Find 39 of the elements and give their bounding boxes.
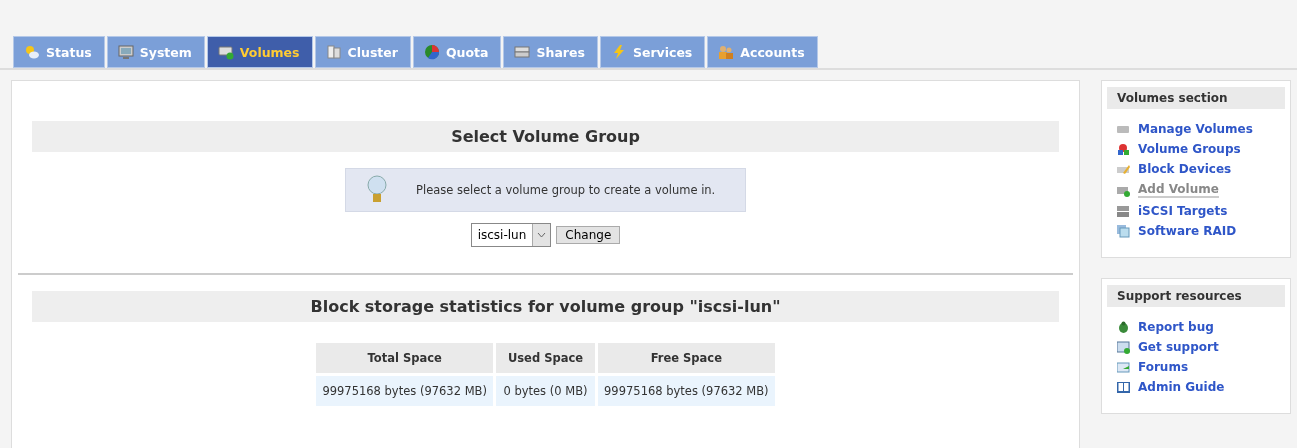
envelope-icon — [1117, 360, 1130, 374]
server-icon — [1117, 204, 1130, 218]
info-text: Please select a volume group to create a volume in. — [416, 183, 716, 197]
book-icon — [1117, 380, 1130, 394]
sun-icon — [24, 44, 40, 60]
table-cell: 0 bytes (0 MB) — [495, 376, 596, 406]
server-icon — [325, 44, 342, 60]
disks-icon — [1117, 224, 1130, 238]
drive-icon — [514, 44, 531, 60]
volume-group-dropdown[interactable]: iscsi-lun — [470, 223, 552, 247]
sidebar-link[interactable]: iSCSI Targets — [1138, 204, 1228, 218]
sidebar-link[interactable]: Block Devices — [1138, 162, 1232, 176]
sidebar-link[interactable]: Volume Groups — [1138, 142, 1241, 156]
users-icon — [718, 44, 735, 60]
nav-tab[interactable]: Volumes — [206, 36, 313, 68]
sidebar-link[interactable]: Manage Volumes — [1138, 122, 1253, 136]
sidebar-link[interactable]: Forums — [1138, 360, 1189, 374]
window-icon — [1117, 340, 1130, 354]
sidebar-link[interactable]: Add Volume — [1138, 182, 1219, 198]
pie-chart-icon — [423, 44, 440, 60]
cubes-icon — [1117, 142, 1130, 156]
sidebar-link[interactable]: Get support — [1138, 340, 1219, 354]
sidebar-link[interactable]: Admin Guide — [1138, 380, 1225, 394]
panel-title: Support resources — [1107, 285, 1285, 307]
column-header: Used Space — [495, 343, 596, 373]
change-button[interactable]: Change — [556, 226, 621, 244]
sidebar-link[interactable]: Report bug — [1138, 320, 1214, 334]
panel-title: Volumes section — [1107, 87, 1285, 109]
section-heading: Block storage statistics for volume group "iscsi-lun" — [32, 291, 1059, 322]
column-header: Free Space — [598, 343, 775, 373]
table-cell: 99975168 bytes (97632 MB) — [598, 376, 775, 406]
monitor-icon — [117, 44, 134, 60]
bug-icon — [1117, 320, 1130, 334]
table-cell: 99975168 bytes (97632 MB) — [316, 376, 493, 406]
column-header: Total Space — [316, 343, 493, 373]
section-heading: Select Volume Group — [32, 121, 1059, 152]
caret-icon — [537, 232, 547, 238]
drive-icon — [217, 44, 234, 60]
sidebar-link[interactable]: Software RAID — [1138, 224, 1237, 238]
